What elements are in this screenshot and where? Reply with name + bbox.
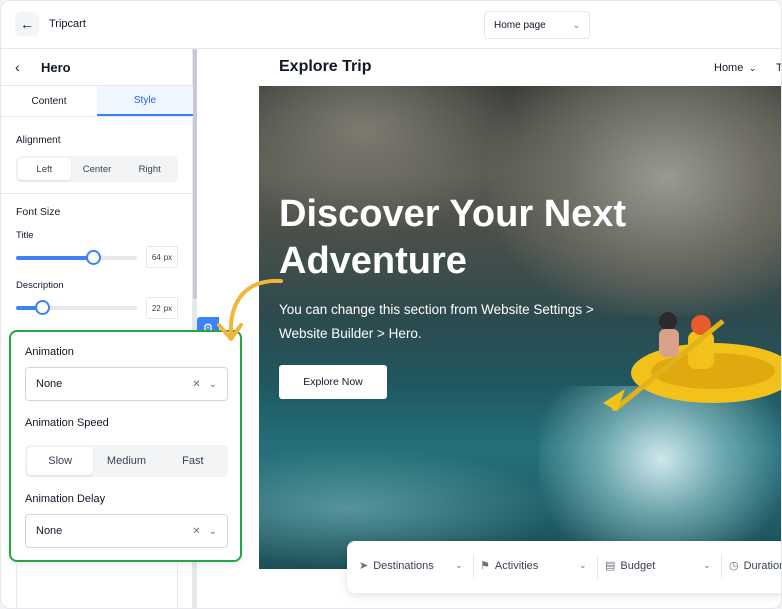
slider-handle[interactable] xyxy=(86,250,101,265)
animation-select[interactable]: None ✕ ⌄ xyxy=(25,367,228,401)
animation-label: Animation xyxy=(25,346,74,358)
font-size-heading: Font Size xyxy=(16,206,61,218)
panel-lower-area xyxy=(16,564,178,608)
animation-speed-control: Slow Medium Fast xyxy=(25,445,228,477)
page-select-value: Home page xyxy=(494,19,546,31)
align-left-option[interactable]: Left xyxy=(18,158,71,180)
panel-tabs: Content Style xyxy=(1,86,193,117)
hero-subtitle: You can change this section from Website… xyxy=(279,302,594,341)
alignment-segmented-control: Left Center Right xyxy=(16,156,178,182)
align-center-option[interactable]: Center xyxy=(71,158,124,180)
chevron-down-icon: ⌄ xyxy=(455,560,463,570)
panel-header: ‹ Hero xyxy=(1,49,193,86)
send-icon: ➤ xyxy=(359,560,369,572)
page-select[interactable]: Home page ⌄ xyxy=(484,11,590,39)
chevron-down-icon: ⌄ xyxy=(572,19,580,30)
description-size-unit: px xyxy=(163,303,173,313)
animation-speed-label: Animation Speed xyxy=(25,417,109,429)
site-brand: Explore Trip xyxy=(279,58,372,75)
nav-item-truncated[interactable]: T xyxy=(776,62,781,74)
destinations-filter[interactable]: ➤ Destinations xyxy=(359,559,434,573)
title-size-input[interactable]: 64 px xyxy=(146,246,178,268)
explore-now-button[interactable]: Explore Now xyxy=(279,365,387,399)
hero-title: Discover Your Next Adventure xyxy=(279,193,627,282)
nav-home[interactable]: Home ⌄ xyxy=(714,62,756,74)
back-button[interactable]: ← xyxy=(15,12,39,36)
slider-handle[interactable] xyxy=(35,300,50,315)
title-size-unit: px xyxy=(163,252,173,262)
description-size-slider[interactable] xyxy=(16,300,137,315)
animation-delay-value: None xyxy=(36,525,63,537)
animation-delay-select[interactable]: None ✕ ⌄ xyxy=(25,514,228,548)
description-size-label: Description xyxy=(16,280,64,291)
description-size-value: 22 xyxy=(151,303,161,313)
alignment-label: Alignment xyxy=(16,135,61,146)
hero-section: Discover Your Next Adventure You can cha… xyxy=(259,86,781,569)
tab-style[interactable]: Style xyxy=(97,86,193,116)
clear-icon[interactable]: ✕ xyxy=(192,379,200,390)
budget-label: Budget xyxy=(620,559,656,572)
hiking-icon: ⚑ xyxy=(480,560,490,572)
chevron-down-icon: ⌄ xyxy=(208,525,217,537)
animation-settings-card: Animation None ✕ ⌄ Animation Speed Slow … xyxy=(9,330,242,562)
divider xyxy=(1,193,193,194)
speed-fast-option[interactable]: Fast xyxy=(160,447,226,475)
speed-medium-option[interactable]: Medium xyxy=(93,447,159,475)
activities-label: Activities xyxy=(494,559,539,572)
divider xyxy=(473,555,474,579)
nav-home-label: Home xyxy=(714,62,744,74)
align-right-option[interactable]: Right xyxy=(123,158,176,180)
clear-icon[interactable]: ✕ xyxy=(192,526,200,537)
title-size-slider[interactable] xyxy=(16,250,137,265)
title-size-value: 64 xyxy=(151,252,161,262)
callout-arrow-icon xyxy=(217,278,283,341)
budget-filter[interactable]: ▤ Budget xyxy=(605,559,656,573)
trip-search-bar: ➤ Destinations ⌄ ⚑ Activities ⌄ ▤ Budget… xyxy=(347,541,782,593)
chevron-down-icon: ⌄ xyxy=(208,378,217,390)
activities-filter[interactable]: ⚑ Activities xyxy=(480,559,539,573)
chevron-down-icon: ⌄ xyxy=(746,63,757,73)
duration-label: Duration xyxy=(743,559,782,572)
slider-fill xyxy=(16,256,93,260)
animation-select-value: None xyxy=(36,378,63,390)
chevron-down-icon: ⌄ xyxy=(703,560,711,570)
tab-content[interactable]: Content xyxy=(1,86,97,116)
speed-slow-option[interactable]: Slow xyxy=(27,447,94,475)
money-icon: ▤ xyxy=(605,560,616,572)
chevron-down-icon: ⌄ xyxy=(579,560,587,570)
duration-filter[interactable]: ◷ Duration xyxy=(729,559,782,573)
chevron-left-icon[interactable]: ‹ xyxy=(15,59,20,75)
destinations-label: Destinations xyxy=(373,559,434,572)
app-title: Tripcart xyxy=(49,18,86,30)
app-window: ← Tripcart Home page ⌄ ‹ Hero Content St… xyxy=(0,0,782,609)
clock-icon: ◷ xyxy=(729,560,739,572)
top-bar: ← Tripcart Home page ⌄ xyxy=(1,1,781,49)
panel-title: Hero xyxy=(41,60,71,75)
description-size-input[interactable]: 22 px xyxy=(146,297,178,319)
divider xyxy=(597,555,598,579)
arrow-left-icon: ← xyxy=(20,16,34,32)
scrollbar-thumb[interactable] xyxy=(193,49,197,299)
divider xyxy=(721,555,722,579)
title-size-label: Title xyxy=(16,230,34,241)
animation-delay-label: Animation Delay xyxy=(25,493,106,505)
